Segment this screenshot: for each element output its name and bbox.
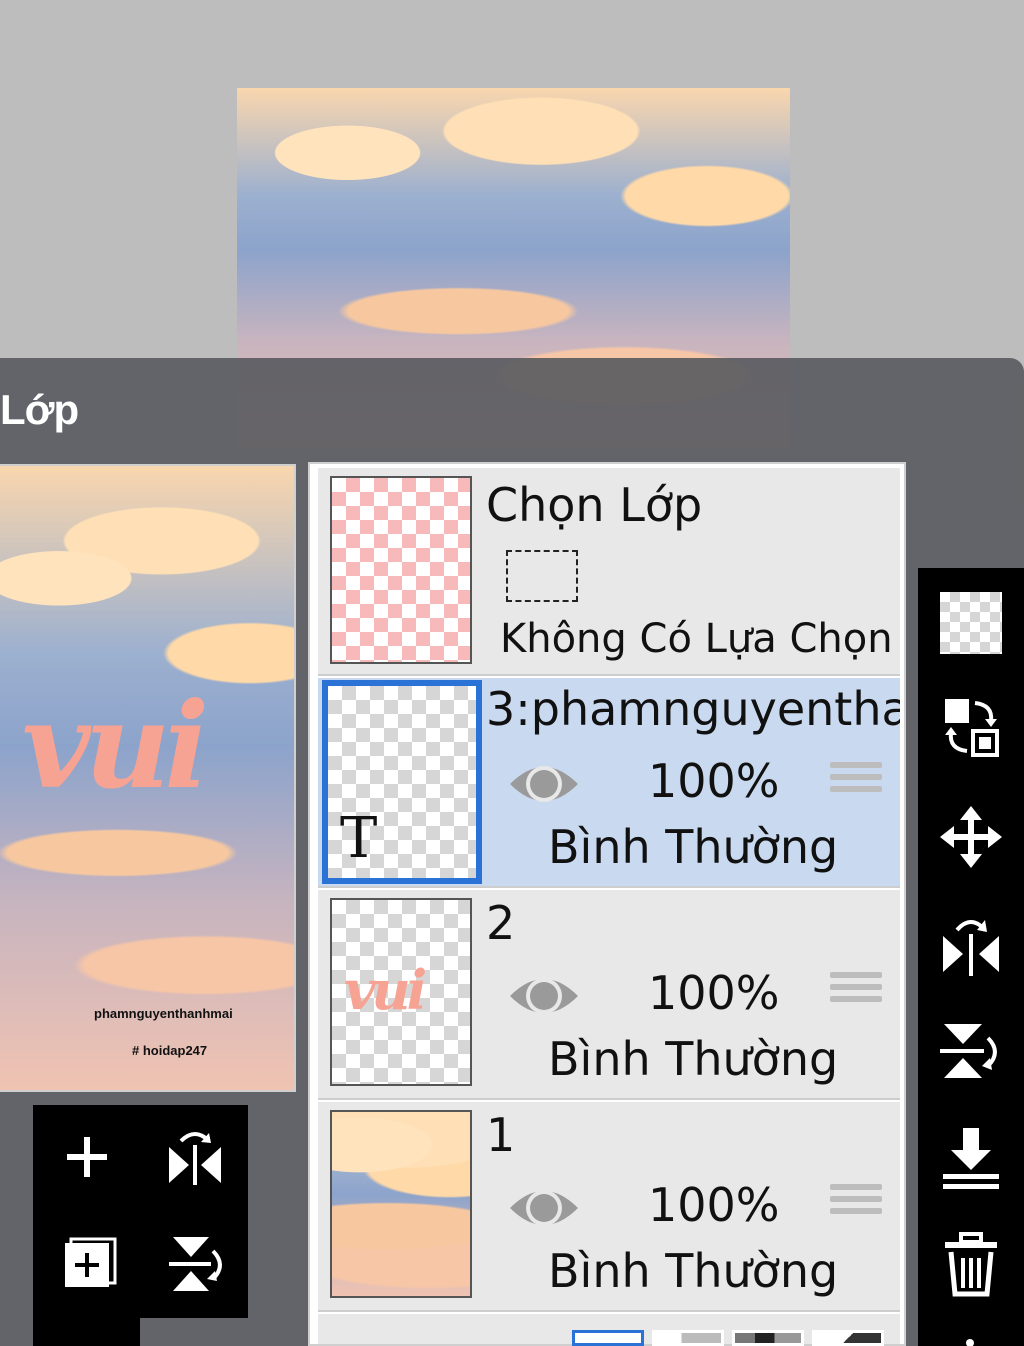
drag-handle-icon[interactable] xyxy=(830,1184,882,1220)
eye-icon[interactable] xyxy=(506,1180,582,1240)
layer-thumb-text: vui xyxy=(344,958,427,1022)
layer-blend-mode[interactable]: Bình Thường xyxy=(548,820,838,874)
preview-main-text: vui xyxy=(22,676,209,815)
layer-blend-mode[interactable]: Bình Thường xyxy=(548,1244,838,1298)
blend-swatch-diagonal[interactable] xyxy=(812,1330,884,1346)
add-layer-copy-icon[interactable] xyxy=(57,1231,121,1295)
text-layer-glyph: T xyxy=(340,806,378,871)
layer-thumbnail: vui xyxy=(330,898,472,1086)
panel-title: Lớp xyxy=(0,386,79,433)
preview-credit-line2: # hoidap247 xyxy=(132,1043,208,1058)
blend-swatch-normal[interactable] xyxy=(572,1330,644,1346)
selection-subtitle: Không Có Lựa Chọn xyxy=(500,616,893,662)
layer-list[interactable]: Chọn Lớp Không Có Lựa Chọn T 3:phamnguye… xyxy=(308,462,906,1346)
selection-title: Chọn Lớp xyxy=(486,478,703,532)
blend-swatch-light[interactable] xyxy=(652,1330,724,1346)
flip-horizontal-icon[interactable] xyxy=(159,1125,231,1189)
layer-tools-right xyxy=(918,568,1024,1346)
drag-handle-icon[interactable] xyxy=(830,762,882,798)
flip-vertical-icon[interactable] xyxy=(936,1016,1006,1086)
layer-name: 1 xyxy=(486,1108,516,1162)
layer-blend-mode[interactable]: Bình Thường xyxy=(548,1032,838,1086)
layer-name: 3:phamnguyenthar xyxy=(486,682,900,736)
layer-thumbnail: T xyxy=(322,680,482,884)
merge-down-icon[interactable] xyxy=(936,1122,1006,1192)
more-tools-indicator[interactable] xyxy=(962,1334,978,1346)
layer-row[interactable]: 1 100% Bình Thường xyxy=(318,1102,900,1312)
layer-tools-left xyxy=(33,1105,248,1318)
move-icon[interactable] xyxy=(938,804,1004,870)
layer-opacity[interactable]: 100% xyxy=(648,1178,780,1232)
eye-icon[interactable] xyxy=(506,756,582,816)
selection-thumbnail xyxy=(330,476,472,664)
canvas-thumbnail: vui xyxy=(0,464,296,1092)
eye-icon[interactable] xyxy=(506,968,582,1028)
preview-credit-line1: phamnguyenthanhmai xyxy=(94,1006,233,1021)
flip-horizontal-icon[interactable] xyxy=(936,908,1006,978)
trash-icon[interactable] xyxy=(940,1230,1002,1300)
selection-layer-row[interactable]: Chọn Lớp Không Có Lựa Chọn xyxy=(318,468,900,676)
transparency-icon[interactable] xyxy=(940,592,1002,654)
flip-vertical-icon[interactable] xyxy=(159,1231,231,1295)
left-tools-extension xyxy=(33,1318,140,1346)
layer-name: 2 xyxy=(486,896,516,950)
blend-swatch-dark[interactable] xyxy=(732,1330,804,1346)
swap-layers-icon[interactable] xyxy=(938,692,1004,762)
selection-marquee-icon xyxy=(506,550,578,602)
drag-handle-icon[interactable] xyxy=(830,972,882,1008)
add-layer-icon[interactable] xyxy=(55,1125,119,1189)
layer-thumbnail xyxy=(330,1110,472,1298)
layer-opacity[interactable]: 100% xyxy=(648,754,780,808)
layer-opacity[interactable]: 100% xyxy=(648,966,780,1020)
layer-row[interactable]: T 3:phamnguyenthar 100% Bình Thường xyxy=(318,678,900,888)
layer-row[interactable]: vui 2 100% Bình Thường xyxy=(318,890,900,1100)
